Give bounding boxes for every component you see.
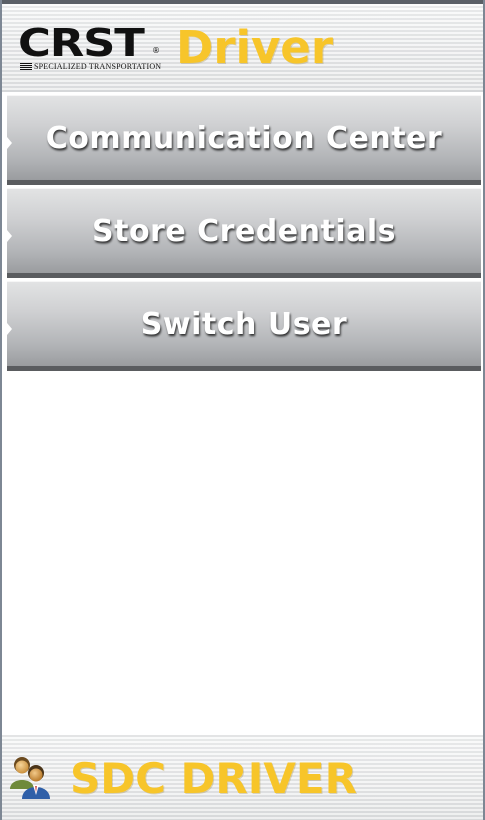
app-frame: CRST ® SPECIALIZED TRANSPORTATION Driver… bbox=[0, 0, 485, 820]
app-title: Driver bbox=[176, 21, 334, 74]
communication-center-label: Communication Center bbox=[45, 120, 443, 156]
logo-stripes bbox=[20, 63, 32, 70]
crst-logo: CRST ® SPECIALIZED TRANSPORTATION bbox=[18, 24, 164, 72]
footer-title: SDC DRIVER bbox=[70, 754, 357, 803]
users-icon bbox=[8, 755, 52, 799]
logo-registered-mark: ® bbox=[152, 46, 160, 55]
button-notch bbox=[7, 137, 12, 149]
store-credentials-button[interactable]: Store Credentials bbox=[7, 188, 481, 278]
button-notch bbox=[7, 323, 12, 335]
store-credentials-label: Store Credentials bbox=[92, 213, 396, 249]
logo-wordmark: CRST bbox=[18, 21, 145, 65]
main-menu: Communication Center Store Credentials S… bbox=[7, 95, 481, 374]
logo-subtitle: SPECIALIZED TRANSPORTATION bbox=[34, 62, 162, 71]
header-bar: CRST ® SPECIALIZED TRANSPORTATION Driver bbox=[2, 0, 483, 92]
communication-center-button[interactable]: Communication Center bbox=[7, 95, 481, 185]
button-notch bbox=[7, 230, 12, 242]
switch-user-label: Switch User bbox=[140, 306, 348, 342]
footer-bar: SDC DRIVER bbox=[2, 735, 483, 820]
switch-user-button[interactable]: Switch User bbox=[7, 281, 481, 371]
